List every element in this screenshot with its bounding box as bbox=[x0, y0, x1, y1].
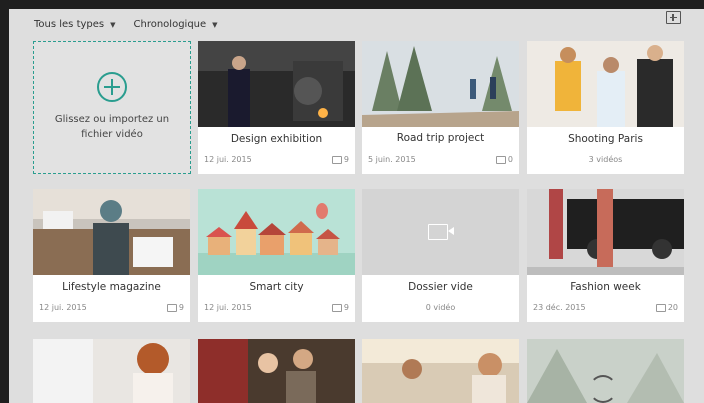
card-meta: 5 juin. 2015 0 bbox=[368, 155, 513, 164]
video-card-fashion-week[interactable]: Fashion week 23 déc. 2015 20 bbox=[527, 189, 684, 322]
card-date: 5 juin. 2015 bbox=[368, 155, 416, 164]
type-filter-label: Tous les types bbox=[34, 19, 105, 30]
card-title: Design exhibition bbox=[230, 133, 323, 145]
video-card-row3-4[interactable] bbox=[527, 339, 684, 403]
type-filter-dropdown[interactable]: Tous les types ▼ bbox=[34, 19, 116, 30]
thumbnail bbox=[198, 189, 355, 275]
video-card-smart-city[interactable]: Smart city 12 jui. 2015 9 bbox=[198, 189, 355, 322]
sort-label: Chronologique bbox=[133, 19, 207, 30]
comment-icon bbox=[655, 303, 666, 312]
card-title: Lifestyle magazine bbox=[62, 281, 161, 293]
chevron-down-icon: ▼ bbox=[212, 20, 218, 29]
thumbnail bbox=[33, 339, 190, 403]
chevron-down-icon: ▼ bbox=[110, 20, 116, 29]
card-date: 12 jui. 2015 bbox=[204, 303, 252, 312]
upload-instructions: Glissez ou importez un fichier vidéo bbox=[34, 112, 190, 142]
comment-count-value: 0 bbox=[507, 155, 513, 164]
comment-count: 9 bbox=[331, 155, 349, 164]
thumbnail bbox=[198, 339, 355, 403]
left-dark-strip bbox=[0, 9, 9, 403]
card-title: Shooting Paris bbox=[568, 133, 643, 145]
upload-line-1: Glissez ou importez un bbox=[54, 114, 170, 125]
comment-count-value: 9 bbox=[178, 303, 184, 312]
comment-count: 20 bbox=[655, 303, 678, 312]
comment-icon bbox=[331, 155, 342, 164]
card-date: 12 jui. 2015 bbox=[204, 155, 252, 164]
folder-card-shooting-paris[interactable]: Shooting Paris 3 vidéos bbox=[527, 41, 684, 174]
video-card-row3-3[interactable] bbox=[362, 339, 519, 403]
card-meta: 23 déc. 2015 20 bbox=[533, 303, 678, 312]
card-date: 12 jui. 2015 bbox=[39, 303, 87, 312]
add-folder-icon[interactable] bbox=[666, 11, 681, 24]
thumbnail bbox=[362, 41, 519, 127]
video-card-row3-2[interactable] bbox=[198, 339, 355, 403]
video-count: 3 vidéos bbox=[588, 155, 623, 164]
card-meta: 0 vidéo bbox=[368, 303, 513, 312]
card-title: Dossier vide bbox=[408, 281, 473, 293]
upload-dropzone[interactable]: Glissez ou importez un fichier vidéo bbox=[33, 41, 191, 174]
card-title: Fashion week bbox=[570, 281, 641, 293]
thumbnail bbox=[527, 189, 684, 275]
card-meta: 3 vidéos bbox=[533, 155, 678, 164]
card-meta: 12 jui. 2015 9 bbox=[204, 155, 349, 164]
comment-count: 0 bbox=[495, 155, 513, 164]
thumbnail bbox=[362, 339, 519, 403]
comment-count: 9 bbox=[331, 303, 349, 312]
thumbnail bbox=[33, 189, 190, 275]
media-library-panel: Tous les types ▼ Chronologique ▼ Glissez… bbox=[9, 9, 704, 403]
video-camera-icon bbox=[428, 224, 454, 240]
comment-icon bbox=[495, 155, 506, 164]
comment-count-value: 9 bbox=[343, 303, 349, 312]
sort-dropdown[interactable]: Chronologique ▼ bbox=[134, 19, 218, 30]
comment-icon bbox=[166, 303, 177, 312]
comment-icon bbox=[331, 303, 342, 312]
toolbar: Tous les types ▼ Chronologique ▼ bbox=[34, 19, 218, 30]
card-meta: 12 jui. 2015 9 bbox=[39, 303, 184, 312]
video-card-road-trip[interactable]: Road trip project 5 juin. 2015 0 bbox=[362, 41, 519, 174]
card-title: Road trip project bbox=[396, 132, 485, 144]
plus-circle-icon bbox=[97, 72, 127, 102]
comment-count-value: 9 bbox=[343, 155, 349, 164]
sync-icon bbox=[589, 375, 617, 403]
video-card-row3-1[interactable] bbox=[33, 339, 190, 403]
upload-line-2: fichier vidéo bbox=[81, 129, 143, 140]
thumbnail bbox=[527, 41, 684, 127]
comment-count-value: 20 bbox=[667, 303, 678, 312]
thumbnail bbox=[362, 189, 519, 275]
card-title: Smart city bbox=[249, 281, 304, 293]
folder-card-empty[interactable]: Dossier vide 0 vidéo bbox=[362, 189, 519, 322]
card-meta: 12 jui. 2015 9 bbox=[204, 303, 349, 312]
video-card-lifestyle-magazine[interactable]: Lifestyle magazine 12 jui. 2015 9 bbox=[33, 189, 190, 322]
thumbnail bbox=[198, 41, 355, 127]
video-card-design-exhibition[interactable]: Design exhibition 12 jui. 2015 9 bbox=[198, 41, 355, 174]
card-date: 23 déc. 2015 bbox=[533, 303, 586, 312]
comment-count: 9 bbox=[166, 303, 184, 312]
top-dark-strip bbox=[0, 0, 704, 9]
video-count: 0 vidéo bbox=[425, 303, 456, 312]
